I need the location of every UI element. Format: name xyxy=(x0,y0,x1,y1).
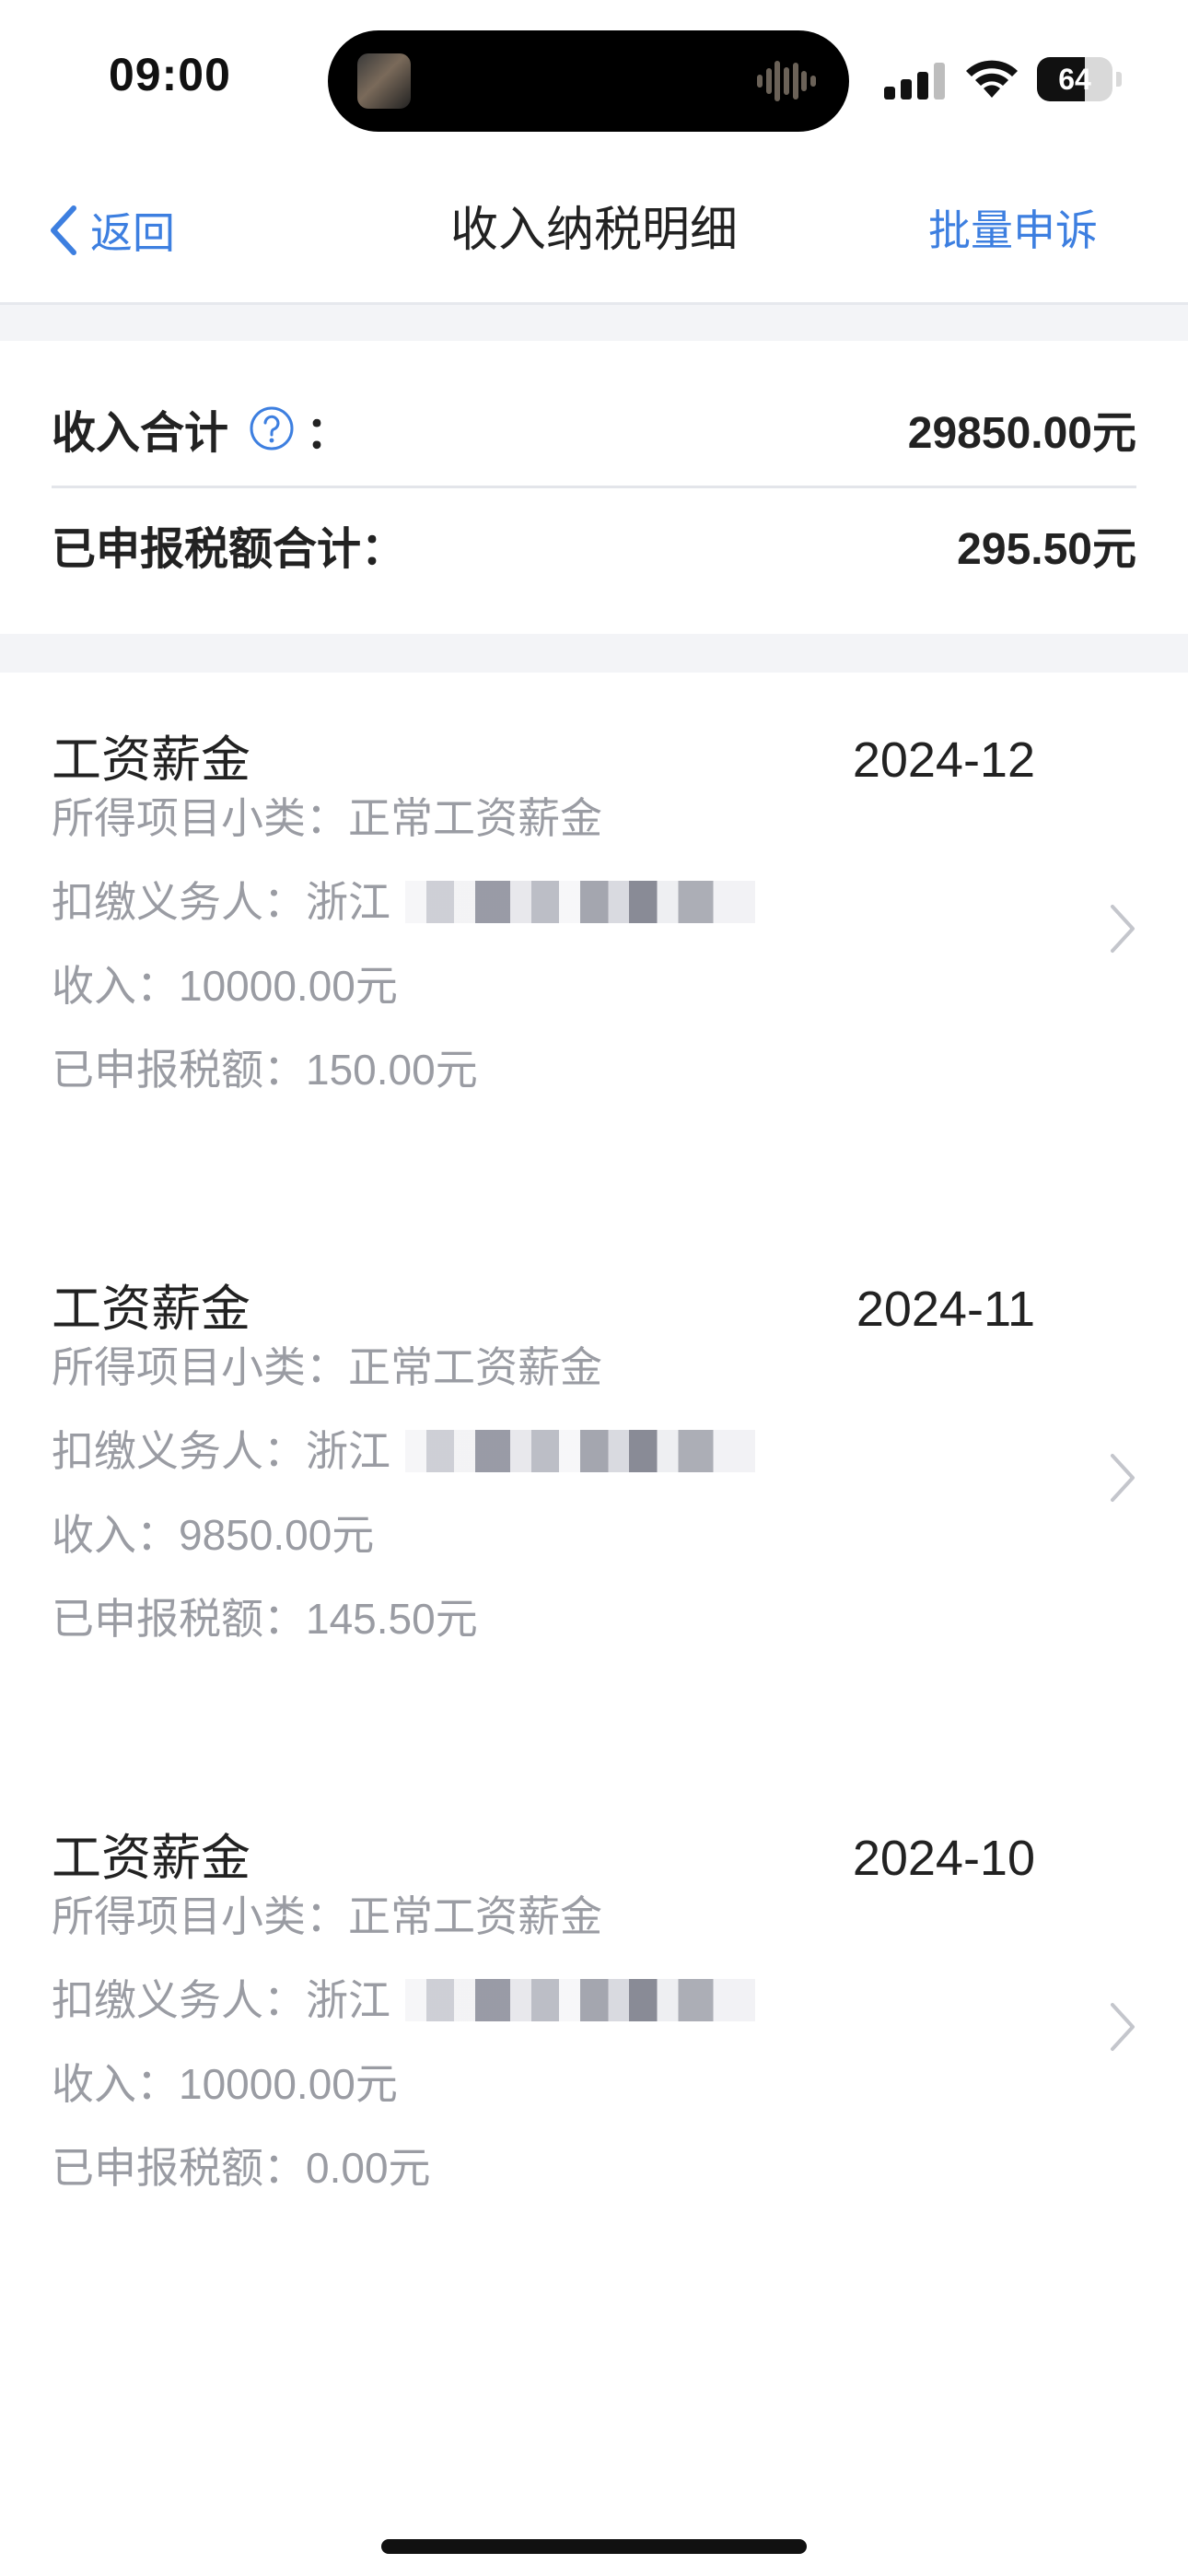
income-total-label: 收入合计 xyxy=(52,409,229,458)
battery-percent: 64 xyxy=(1058,63,1091,96)
record-withholder-row: 扣缴义务人：浙江 xyxy=(52,874,755,930)
home-indicator[interactable] xyxy=(381,2539,807,2554)
record-tax: 已申报税额：150.00元 xyxy=(52,1046,478,1094)
divider xyxy=(52,486,1136,488)
question-circle-icon[interactable] xyxy=(249,405,295,451)
tax-total-label: 已申报税额合计： xyxy=(52,525,406,574)
record-title: 工资薪金 xyxy=(52,732,250,788)
back-label: 返回 xyxy=(90,209,175,257)
now-playing-artwork xyxy=(357,53,411,109)
record-withholder: 扣缴义务人：浙江 xyxy=(52,878,390,926)
dynamic-island[interactable] xyxy=(328,30,849,132)
wifi-icon xyxy=(966,60,1018,98)
record-period: 2024-10 xyxy=(852,1831,1035,1886)
income-total-colon: ： xyxy=(306,409,351,458)
battery-icon: 64 xyxy=(1037,57,1122,101)
record-income: 收入：10000.00元 xyxy=(52,962,398,1010)
tax-total-value: 295.50元 xyxy=(957,525,1136,574)
batch-appeal-button[interactable]: 批量申诉 xyxy=(928,203,1098,258)
record-tax: 已申报税额：145.50元 xyxy=(52,1595,478,1643)
chevron-right-icon xyxy=(1111,905,1135,953)
record-income: 收入：10000.00元 xyxy=(52,2060,398,2108)
section-separator xyxy=(0,634,1188,673)
list-item[interactable]: 工资薪金 2024-10 所得项目小类：正常工资薪金 扣缴义务人：浙江 收入：1… xyxy=(0,1771,1188,2287)
redacted-text xyxy=(405,881,755,923)
income-total-row: 收入合计 ： 29850.00元 xyxy=(52,382,1136,474)
status-bar: 09:00 64 xyxy=(0,0,1188,157)
summary-card: 收入合计 ： 29850.00元 已申报税额合计： 295.50元 xyxy=(0,341,1188,634)
record-title: 工资薪金 xyxy=(52,1282,250,1337)
record-withholder-row: 扣缴义务人：浙江 xyxy=(52,1423,755,1479)
chevron-left-icon xyxy=(51,205,76,255)
record-period: 2024-11 xyxy=(856,1282,1035,1337)
list-item[interactable]: 工资薪金 2024-11 所得项目小类：正常工资薪金 扣缴义务人：浙江 收入：9… xyxy=(0,1222,1188,1738)
cellular-signal-icon xyxy=(884,63,945,100)
record-subcategory: 所得项目小类：正常工资薪金 xyxy=(52,1892,602,1940)
audio-waveform-icon xyxy=(757,58,816,104)
tax-total-row: 已申报税额合计： 295.50元 xyxy=(52,498,1136,591)
record-withholder-row: 扣缴义务人：浙江 xyxy=(52,1973,755,2028)
redacted-text xyxy=(405,1430,755,1472)
income-total-value: 29850.00元 xyxy=(907,409,1136,458)
record-withholder: 扣缴义务人：浙江 xyxy=(52,1427,390,1475)
record-tax: 已申报税额：0.00元 xyxy=(52,2144,431,2192)
redacted-text xyxy=(405,1979,755,2021)
back-button[interactable]: 返回 xyxy=(48,203,175,258)
chevron-right-icon xyxy=(1111,1454,1135,1502)
record-subcategory: 所得项目小类：正常工资薪金 xyxy=(52,794,602,842)
record-withholder: 扣缴义务人：浙江 xyxy=(52,1976,390,2024)
record-subcategory: 所得项目小类：正常工资薪金 xyxy=(52,1343,602,1391)
navigation-bar: 返回 收入纳税明细 批量申诉 xyxy=(0,157,1188,305)
record-period: 2024-12 xyxy=(852,732,1035,788)
record-income: 收入：9850.00元 xyxy=(52,1511,375,1559)
chevron-right-icon xyxy=(1111,2003,1135,2051)
section-separator xyxy=(0,305,1188,341)
record-title: 工资薪金 xyxy=(52,1831,250,1886)
status-time: 09:00 xyxy=(109,49,231,100)
list-item[interactable]: 工资薪金 2024-12 所得项目小类：正常工资薪金 扣缴义务人：浙江 收入：1… xyxy=(0,673,1188,1188)
